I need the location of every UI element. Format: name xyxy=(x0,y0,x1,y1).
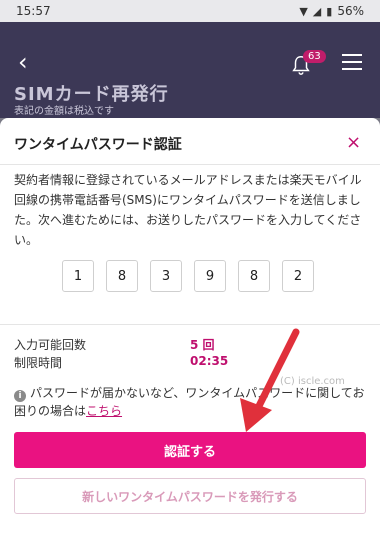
otp-digit-input[interactable]: 8 xyxy=(106,260,138,292)
time-limit-label: 制限時間 xyxy=(14,356,63,370)
otp-modal: ワンタイムパスワード認証 × 契約者情報に登録されているメールアドレスまたは楽天… xyxy=(0,118,380,558)
app-header: ‹ 63 SIMカード再発行 表記の金額は税込です xyxy=(0,22,380,118)
divider xyxy=(0,164,380,165)
hamburger-menu-icon[interactable] xyxy=(342,54,362,75)
tax-note: 表記の金額は税込です xyxy=(14,106,114,117)
status-icons: ▼ ◢ ▮ 56% xyxy=(299,4,364,18)
notification-badge: 63 xyxy=(303,50,326,63)
back-icon[interactable]: ‹ xyxy=(18,50,28,74)
otp-digit-input[interactable]: 3 xyxy=(150,260,182,292)
battery-level: 56% xyxy=(337,4,364,18)
attempts-label: 入力可能回数 xyxy=(14,338,87,352)
modal-title: ワンタイムパスワード認証 xyxy=(14,137,182,153)
otp-digit-input[interactable]: 8 xyxy=(238,260,270,292)
divider xyxy=(0,324,380,325)
modal-description: 契約者情報に登録されているメールアドレスまたは楽天モバイル回線の携帯電話番号(S… xyxy=(14,173,362,247)
help-notice: i パスワードが届かないなど、ワンタイムパスワードに関してお困りの場合はこちら xyxy=(14,384,370,420)
otp-input-group: 1 8 3 9 8 2 xyxy=(62,260,314,292)
close-icon[interactable]: × xyxy=(346,132,361,153)
help-notice-text: パスワードが届かないなど、ワンタイムパスワードに関してお困りの場合は xyxy=(14,386,365,418)
time-limit-value: 02:35 xyxy=(190,354,229,368)
otp-digit-input[interactable]: 9 xyxy=(194,260,226,292)
authenticate-button[interactable]: 認証する xyxy=(14,432,366,468)
reissue-otp-button[interactable]: 新しいワンタイムパスワードを発行する xyxy=(14,478,366,514)
status-time: 15:57 xyxy=(16,4,51,18)
otp-digit-input[interactable]: 1 xyxy=(62,260,94,292)
attempts-value: 5 回 xyxy=(190,338,215,352)
status-bar: 15:57 ▼ ◢ ▮ 56% xyxy=(0,0,380,22)
info-icon: i xyxy=(14,390,26,402)
otp-digit-input[interactable]: 2 xyxy=(282,260,314,292)
signal-icon: ◢ xyxy=(312,4,322,18)
wifi-icon: ▼ xyxy=(299,4,308,18)
battery-icon: ▮ xyxy=(326,4,333,18)
help-link[interactable]: こちら xyxy=(86,404,122,418)
